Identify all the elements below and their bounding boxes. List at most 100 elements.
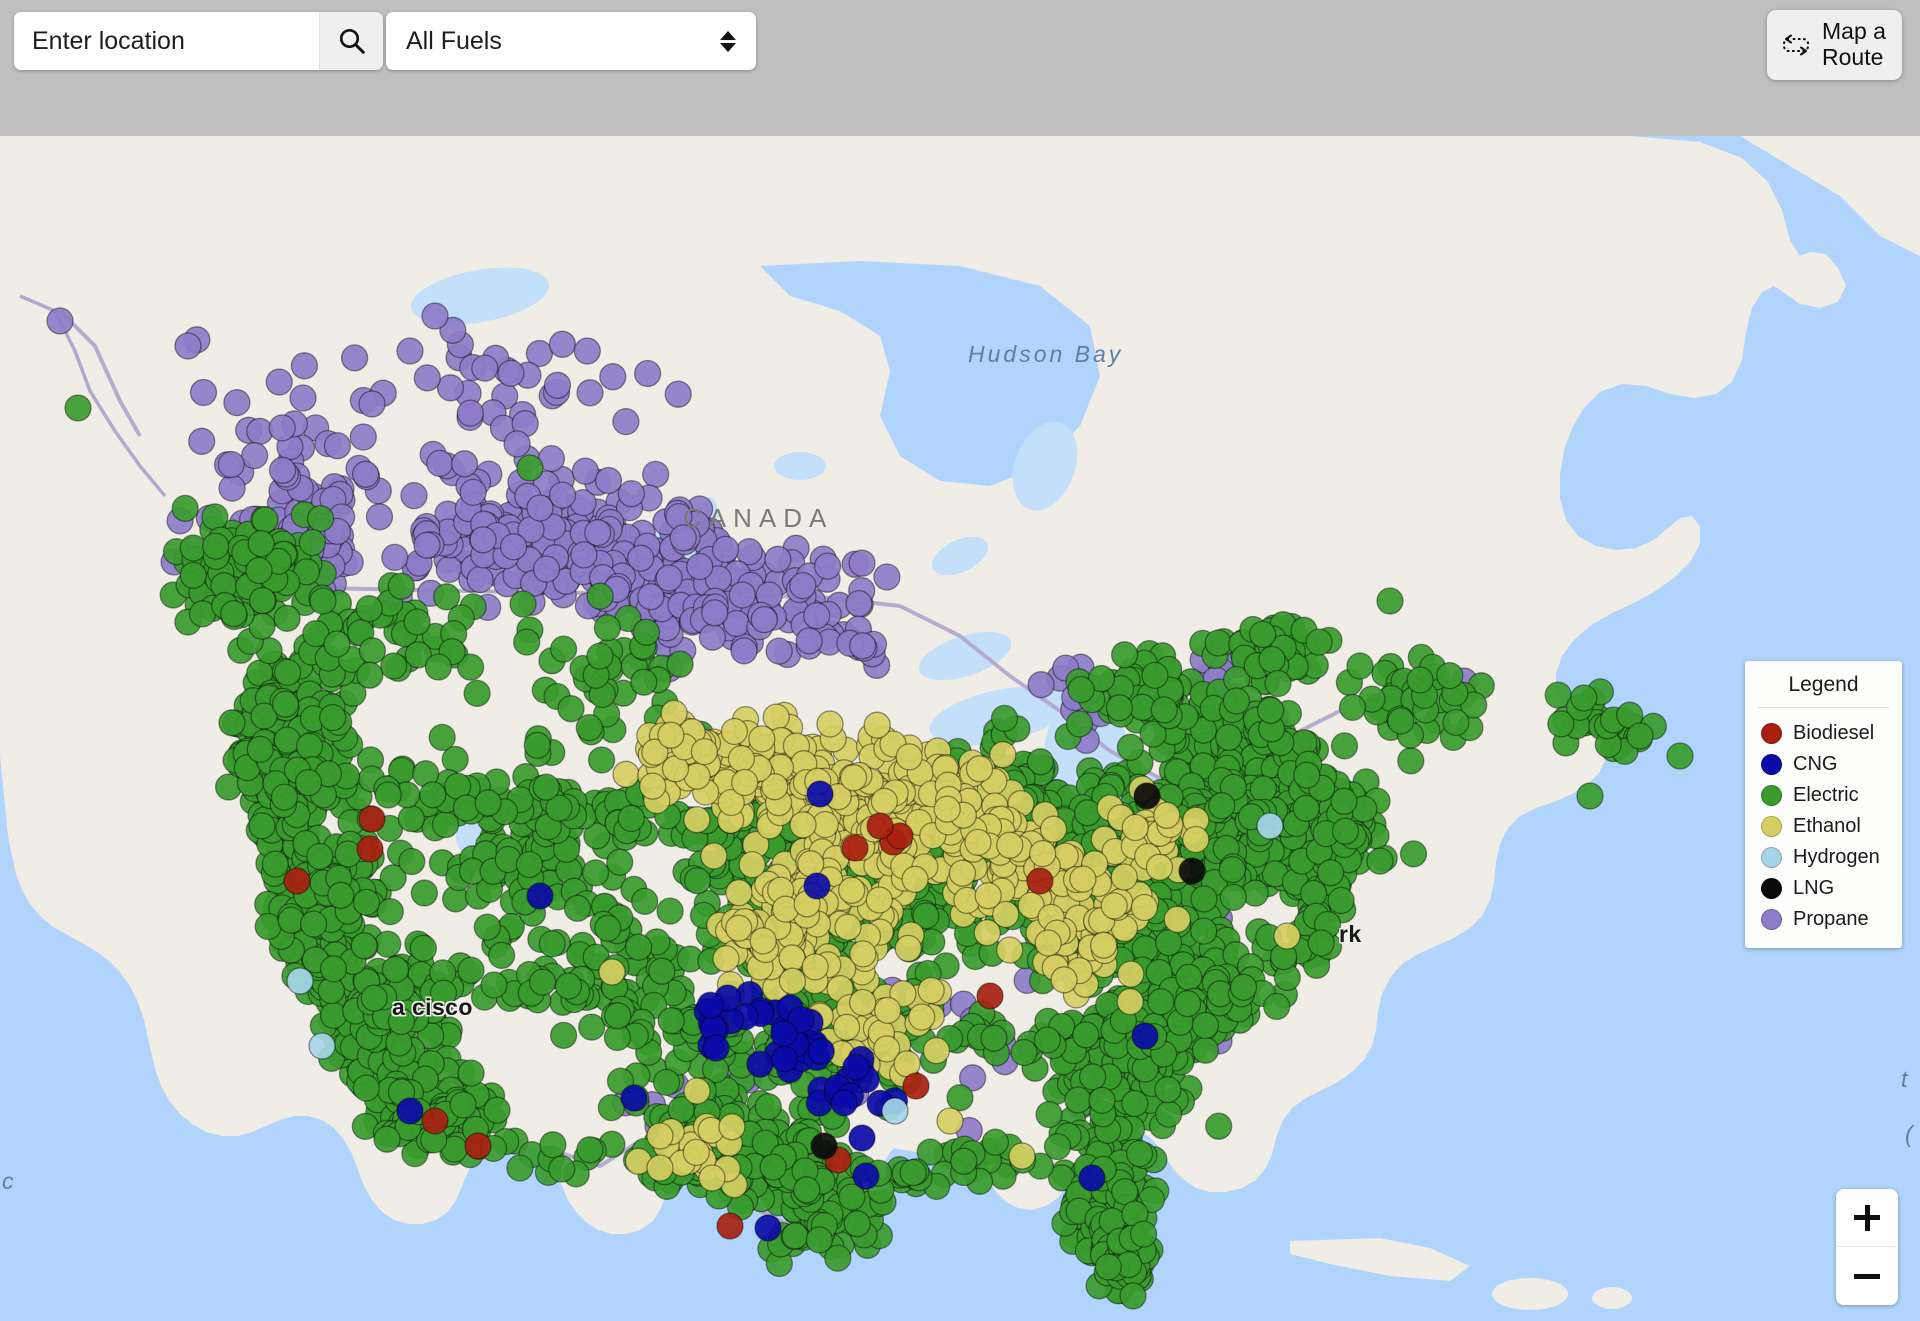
station-marker-electric[interactable] bbox=[652, 1068, 681, 1097]
station-marker-propane[interactable] bbox=[358, 390, 386, 418]
station-marker-electric[interactable] bbox=[513, 628, 541, 656]
station-marker-propane[interactable] bbox=[349, 423, 377, 451]
station-marker-electric[interactable] bbox=[538, 930, 566, 958]
station-marker-ethanol[interactable] bbox=[834, 913, 862, 941]
station-marker-propane[interactable] bbox=[290, 352, 319, 380]
station-marker-ethanol[interactable] bbox=[749, 927, 777, 955]
station-marker-electric[interactable] bbox=[1190, 917, 1218, 945]
station-marker-propane[interactable] bbox=[573, 337, 601, 365]
station-marker-electric[interactable] bbox=[594, 914, 622, 942]
station-marker-ethanol[interactable] bbox=[838, 876, 866, 904]
station-marker-electric[interactable] bbox=[419, 781, 447, 809]
station-marker-ethanol[interactable] bbox=[1153, 801, 1181, 829]
station-marker-electric[interactable] bbox=[1218, 856, 1246, 884]
station-marker-electric[interactable] bbox=[327, 881, 355, 909]
station-marker-electric[interactable] bbox=[980, 1024, 1008, 1052]
station-marker-ethanol[interactable] bbox=[738, 850, 766, 879]
station-marker-electric[interactable] bbox=[630, 668, 658, 696]
station-marker-electric[interactable] bbox=[656, 897, 684, 925]
station-marker-ethanol[interactable] bbox=[612, 760, 640, 788]
station-marker-propane[interactable] bbox=[711, 535, 740, 564]
station-marker-propane[interactable] bbox=[365, 503, 394, 531]
station-marker-electric[interactable] bbox=[1293, 761, 1321, 789]
station-marker-electric[interactable] bbox=[586, 642, 614, 670]
station-marker-propane[interactable] bbox=[848, 549, 876, 577]
station-marker-electric[interactable] bbox=[593, 614, 622, 642]
station-marker-electric[interactable] bbox=[218, 709, 246, 737]
station-marker-electric[interactable] bbox=[299, 910, 328, 938]
station-marker-electric[interactable] bbox=[248, 586, 277, 615]
station-marker-electric[interactable] bbox=[554, 972, 583, 1000]
station-marker-electric[interactable] bbox=[261, 850, 289, 878]
station-marker-electric[interactable] bbox=[1105, 694, 1134, 722]
station-marker-electric[interactable] bbox=[1387, 707, 1415, 735]
station-marker-electric[interactable] bbox=[1547, 710, 1575, 738]
station-marker-propane[interactable] bbox=[469, 526, 497, 554]
station-marker-ethanol[interactable] bbox=[700, 842, 728, 870]
station-marker-propane[interactable] bbox=[265, 368, 293, 396]
station-marker-electric[interactable] bbox=[1256, 696, 1285, 724]
station-marker-ethanol[interactable] bbox=[849, 940, 877, 968]
station-marker-electric[interactable] bbox=[1191, 1036, 1220, 1064]
station-marker-ethanol[interactable] bbox=[720, 717, 749, 746]
station-marker-electric[interactable] bbox=[397, 804, 425, 833]
station-marker-propane[interactable] bbox=[471, 354, 499, 382]
station-marker-electric[interactable] bbox=[1175, 963, 1203, 991]
search-button[interactable] bbox=[319, 12, 383, 70]
station-marker-electric[interactable] bbox=[1208, 792, 1236, 820]
station-marker-electric[interactable] bbox=[1406, 666, 1434, 694]
station-marker-electric[interactable] bbox=[587, 746, 616, 774]
station-marker-propane[interactable] bbox=[803, 602, 831, 630]
station-marker-electric[interactable] bbox=[632, 618, 661, 646]
station-marker-electric[interactable] bbox=[428, 723, 456, 752]
station-marker-electric[interactable] bbox=[1191, 1011, 1220, 1040]
station-marker-electric[interactable] bbox=[1147, 988, 1175, 1016]
station-marker-ethanol[interactable] bbox=[1145, 853, 1174, 881]
station-marker-electric[interactable] bbox=[309, 587, 337, 615]
station-marker-electric[interactable] bbox=[270, 783, 299, 811]
station-marker-electric[interactable] bbox=[586, 582, 614, 610]
station-marker-propane[interactable] bbox=[174, 332, 202, 360]
station-marker-electric[interactable] bbox=[548, 1155, 576, 1183]
station-marker-electric[interactable] bbox=[202, 532, 230, 560]
station-marker-propane[interactable] bbox=[730, 637, 758, 665]
station-marker-electric[interactable] bbox=[1173, 989, 1202, 1018]
station-marker-ethanol[interactable] bbox=[816, 710, 844, 738]
station-marker-electric[interactable] bbox=[617, 804, 645, 833]
station-marker-electric[interactable] bbox=[1263, 992, 1291, 1021]
station-marker-propane[interactable] bbox=[526, 494, 554, 522]
station-marker-electric[interactable] bbox=[1073, 799, 1102, 827]
station-marker-propane[interactable] bbox=[46, 307, 74, 335]
station-marker-electric[interactable] bbox=[1258, 645, 1286, 674]
station-marker-electric[interactable] bbox=[793, 1176, 821, 1204]
station-marker-electric[interactable] bbox=[1094, 1253, 1122, 1281]
station-marker-electric[interactable] bbox=[1078, 1063, 1107, 1091]
station-marker-electric[interactable] bbox=[1155, 1100, 1183, 1128]
station-marker-propane[interactable] bbox=[701, 599, 729, 627]
station-marker-propane[interactable] bbox=[188, 427, 216, 455]
station-marker-electric[interactable] bbox=[1436, 661, 1464, 690]
station-marker-ethanol[interactable] bbox=[901, 865, 929, 893]
station-marker-electric[interactable] bbox=[373, 1125, 401, 1153]
station-marker-ethanol[interactable] bbox=[908, 1003, 936, 1031]
station-marker-ethanol[interactable] bbox=[865, 886, 893, 914]
station-marker-electric[interactable] bbox=[201, 503, 229, 531]
station-marker-electric[interactable] bbox=[1150, 696, 1178, 724]
station-marker-electric[interactable] bbox=[657, 1007, 685, 1035]
station-marker-propane[interactable] bbox=[503, 430, 531, 458]
station-marker-ethanol[interactable] bbox=[948, 859, 977, 887]
station-marker-electric[interactable] bbox=[350, 932, 378, 960]
station-marker-propane[interactable] bbox=[789, 571, 817, 600]
station-marker-electric[interactable] bbox=[1626, 722, 1654, 750]
station-marker-ethanol[interactable] bbox=[718, 1113, 746, 1141]
station-marker-propane[interactable] bbox=[655, 564, 683, 592]
station-marker-electric[interactable] bbox=[463, 679, 491, 708]
station-marker-electric[interactable] bbox=[1204, 629, 1232, 657]
station-marker-propane[interactable] bbox=[351, 460, 380, 488]
station-marker-propane[interactable] bbox=[795, 627, 823, 655]
station-marker-electric[interactable] bbox=[981, 1128, 1010, 1156]
station-marker-ethanol[interactable] bbox=[639, 772, 667, 800]
station-marker-electric[interactable] bbox=[1376, 587, 1404, 615]
station-marker-ethanol[interactable] bbox=[1039, 815, 1068, 843]
station-marker-electric[interactable] bbox=[624, 933, 653, 961]
